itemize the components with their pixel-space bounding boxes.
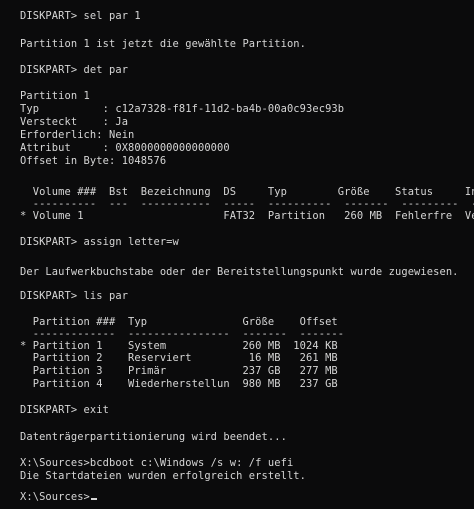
console-line-bcdboot: X:\Sources>bcdboot c:\Windows /s w: /f u… xyxy=(20,457,294,469)
console-line-partition-heading: Partition 1 xyxy=(20,90,90,102)
console-line-erforderlich: Erforderlich: Nein xyxy=(20,129,135,141)
console-line-exit-result: Datenträgerpartitionierung wird beendet.… xyxy=(20,431,287,443)
console-line-bcdboot-result: Die Startdateien wurden erfolgreich erst… xyxy=(20,470,307,482)
volume-table-row: * Volume 1 FAT32 Partition 260 MB Fehler… xyxy=(20,210,474,222)
console-line-assign-result: Der Laufwerkbuchstabe oder der Bereitste… xyxy=(20,266,459,278)
command-prompt-window[interactable]: DISKPART> sel par 1 Partition 1 ist jetz… xyxy=(0,0,474,509)
console-line-sel-par: DISKPART> sel par 1 xyxy=(20,10,141,22)
console-line-lis-par: DISKPART> lis par xyxy=(20,290,129,302)
console-line-typ: Typ : c12a7328-f81f-11d2-ba4b-00a0c93ec9… xyxy=(20,103,345,115)
console-line-det-par: DISKPART> det par xyxy=(20,64,129,76)
volume-table-separator: ---------- --- ----------- ----- -------… xyxy=(20,198,474,210)
console-line-offset: Offset in Byte: 1048576 xyxy=(20,155,167,167)
console-line-attribut: Attribut : 0X8000000000000000 xyxy=(20,142,230,154)
command-input-line[interactable]: X:\Sources> xyxy=(20,491,97,503)
console-line-selected-partition: Partition 1 ist jetzt die gewählte Parti… xyxy=(20,38,307,50)
partition-table-separator: ------------- ---------------- ------- -… xyxy=(20,328,345,340)
console-line-versteckt: Versteckt : Ja xyxy=(20,116,129,128)
text-cursor xyxy=(90,498,97,500)
partition-table-row: Partition 3 Primär 237 GB 277 MB xyxy=(20,365,338,377)
partition-table-row: Partition 4 Wiederherstellun 980 MB 237 … xyxy=(20,378,338,390)
console-line-exit: DISKPART> exit xyxy=(20,404,109,416)
partition-table-row: * Partition 1 System 260 MB 1024 KB xyxy=(20,340,338,352)
partition-table-row: Partition 2 Reserviert 16 MB 261 MB xyxy=(20,352,338,364)
partition-table-header: Partition ### Typ Größe Offset xyxy=(20,316,338,328)
console-line-assign: DISKPART> assign letter=w xyxy=(20,236,179,248)
command-prompt: X:\Sources> xyxy=(20,491,90,503)
volume-table-header: Volume ### Bst Bezeichnung DS Typ Größe … xyxy=(20,186,474,198)
